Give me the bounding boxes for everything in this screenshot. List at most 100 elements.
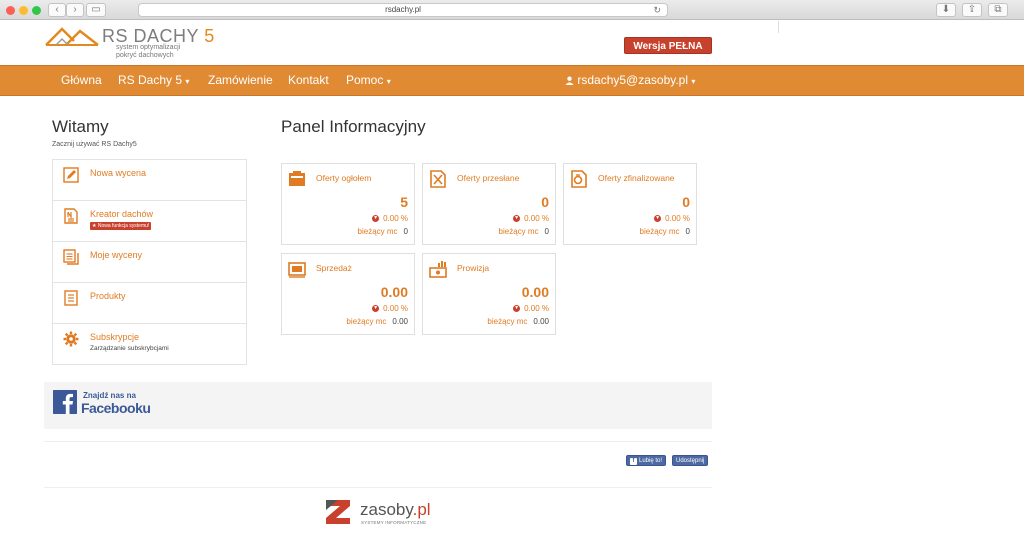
menu-item-label: Produkty: [90, 291, 126, 301]
menu-item-label: Nowa wycena: [90, 168, 147, 178]
footer-brand[interactable]: zasoby.pl: [360, 500, 431, 520]
card-change-value: 0.00 %: [383, 304, 408, 313]
nav-rs-dachy[interactable]: RS Dachy 5 ▾: [118, 66, 189, 95]
menu-item-products[interactable]: Produkty: [53, 283, 246, 324]
close-window-button[interactable]: [6, 6, 15, 15]
menu-item-new-quote[interactable]: Nowa wycena: [53, 160, 246, 201]
card-current: bieżący mc 0: [640, 227, 690, 236]
card-change-value: 0.00 %: [524, 214, 549, 223]
panel-title: Panel Informacyjny: [281, 117, 426, 136]
facebook-panel: Znajdź nas na Facebooku: [44, 382, 712, 429]
facebook-share-button[interactable]: Udostępnij: [672, 455, 709, 466]
arrow-down-icon: ▼: [372, 215, 380, 223]
logo-subtitle: system optymalizacji pokryć dachowych: [116, 44, 180, 60]
quick-menu: Nowa wycena Kreator dachów ★ Nowa funkcj…: [52, 159, 247, 365]
card-value: 0: [682, 194, 690, 210]
logo-subtitle-line1: system optymalizacji: [116, 44, 181, 51]
document-icon: [64, 208, 78, 224]
card-current-label: bieżący mc: [639, 227, 680, 236]
tabs-icon[interactable]: ⧉: [988, 3, 1008, 17]
url-text: rsdachy.pl: [385, 5, 421, 14]
card-current-label: bieżący mc: [357, 227, 398, 236]
full-version-button[interactable]: Wersja PEŁNA: [624, 37, 712, 54]
welcome-subtitle: Zacznij używać RS Dachy5: [52, 141, 137, 148]
pencil-icon: [63, 167, 79, 183]
card-current: bieżący mc 0.00: [487, 317, 549, 326]
sidebar-icon[interactable]: ▭: [86, 3, 106, 17]
card-current: bieżący mc 0: [358, 227, 408, 236]
zoom-window-button[interactable]: [32, 6, 41, 15]
divider: [44, 487, 712, 488]
reload-icon[interactable]: ↻: [653, 4, 661, 16]
share-icon[interactable]: ⇪: [962, 3, 982, 17]
chevron-down-icon: ▾: [386, 77, 391, 86]
card-current-value: 0: [403, 227, 408, 236]
cash-chart-icon: [429, 261, 447, 278]
card-current-value: 0: [544, 227, 549, 236]
card-current-label: bieżący mc: [487, 317, 528, 326]
stat-card-commission[interactable]: Prowizja 0.00 ▼ 0.00 % bieżący mc 0.00: [422, 253, 556, 335]
stat-card-sales[interactable]: Sprzedaż 0.00 ▼ 0.00 % bieżący mc 0.00: [281, 253, 415, 335]
card-title: Oferty przesłane: [457, 173, 520, 183]
download-icon[interactable]: ⬇: [936, 3, 956, 17]
card-value: 0.00: [380, 284, 408, 300]
card-change: ▼ 0.00 %: [372, 214, 408, 223]
stat-card-offers-finalized[interactable]: Oferty zfinalizowane 0 ▼ 0.00 % bieżący m…: [563, 163, 697, 245]
zasoby-logo-icon[interactable]: [324, 498, 352, 526]
new-feature-badge: ★ Nowa funkcja systemu!: [90, 222, 152, 230]
chevron-down-icon: ▾: [185, 77, 190, 86]
card-value: 5: [400, 194, 408, 210]
card-current-value: 0: [685, 227, 690, 236]
card-title: Oferty ogłołem: [316, 173, 372, 183]
nav-home[interactable]: Główna: [61, 66, 102, 95]
nav-user-menu[interactable]: rsdachy5@zasoby.pl ▾: [565, 66, 695, 95]
minimize-window-button[interactable]: [19, 6, 28, 15]
card-value: 0.00: [521, 284, 549, 300]
card-change: ▼ 0.00 %: [654, 214, 690, 223]
money-icon: [288, 262, 306, 278]
roof-logo-icon[interactable]: [44, 26, 100, 46]
card-current-value: 0.00: [392, 317, 408, 326]
footer-brand-name: zasoby: [360, 500, 413, 519]
document-check-icon: [571, 170, 587, 188]
browser-toolbar: ‹ › ▭ rsdachy.pl ↻ ⬇ ⇪ ⧉: [0, 0, 1024, 20]
menu-item-subscriptions[interactable]: Subskrypcje Zarządzanie subskrybcjami: [53, 324, 246, 365]
menu-item-my-quotes[interactable]: Moje wyceny: [53, 242, 246, 283]
arrow-down-icon: ▼: [372, 305, 380, 313]
chevron-down-icon: ▾: [691, 77, 696, 86]
nav-order[interactable]: Zamówienie: [208, 66, 273, 95]
back-button[interactable]: ‹: [48, 3, 66, 17]
facebook-line2: Facebooku: [81, 400, 151, 416]
card-current-label: bieżący mc: [498, 227, 539, 236]
card-title: Sprzedaż: [316, 263, 352, 273]
facebook-like-button[interactable]: f Lubię to!: [626, 455, 667, 466]
files-icon: [63, 249, 79, 265]
menu-item-label: Kreator dachów: [90, 209, 154, 219]
card-change: ▼ 0.00 %: [513, 304, 549, 313]
nav-contact[interactable]: Kontakt: [288, 66, 329, 95]
welcome-title: Witamy: [52, 117, 109, 136]
stat-card-offers-total[interactable]: Oferty ogłołem 5 ▼ 0.00 % bieżący mc 0: [281, 163, 415, 245]
header-divider: [778, 21, 779, 33]
nav-help[interactable]: Pomoc ▾: [346, 66, 391, 95]
card-change-value: 0.00 %: [383, 214, 408, 223]
facebook-line1: Znajdź nas na: [83, 391, 136, 400]
card-current-value: 0.00: [533, 317, 549, 326]
card-value: 0: [541, 194, 549, 210]
arrow-down-icon: ▼: [513, 305, 521, 313]
main-navbar: Główna RS Dachy 5 ▾ Zamówienie Kontakt P…: [0, 65, 1024, 96]
arrow-down-icon: ▼: [513, 215, 521, 223]
card-change: ▼ 0.00 %: [372, 304, 408, 313]
arrow-down-icon: ▼: [654, 215, 662, 223]
user-icon: [565, 76, 574, 85]
menu-item-roof-creator[interactable]: Kreator dachów ★ Nowa funkcja systemu!: [53, 201, 246, 242]
card-current: bieżący mc 0: [499, 227, 549, 236]
card-current-label: bieżący mc: [346, 317, 387, 326]
address-bar[interactable]: rsdachy.pl ↻: [138, 3, 668, 17]
user-email: rsdachy5@zasoby.pl: [577, 73, 689, 87]
stat-card-offers-sent[interactable]: Oferty przesłane 0 ▼ 0.00 % bieżący mc 0: [422, 163, 556, 245]
divider: [44, 441, 712, 442]
document-cancel-icon: [430, 170, 446, 188]
forward-button[interactable]: ›: [66, 3, 84, 17]
card-title: Prowizja: [457, 263, 490, 273]
